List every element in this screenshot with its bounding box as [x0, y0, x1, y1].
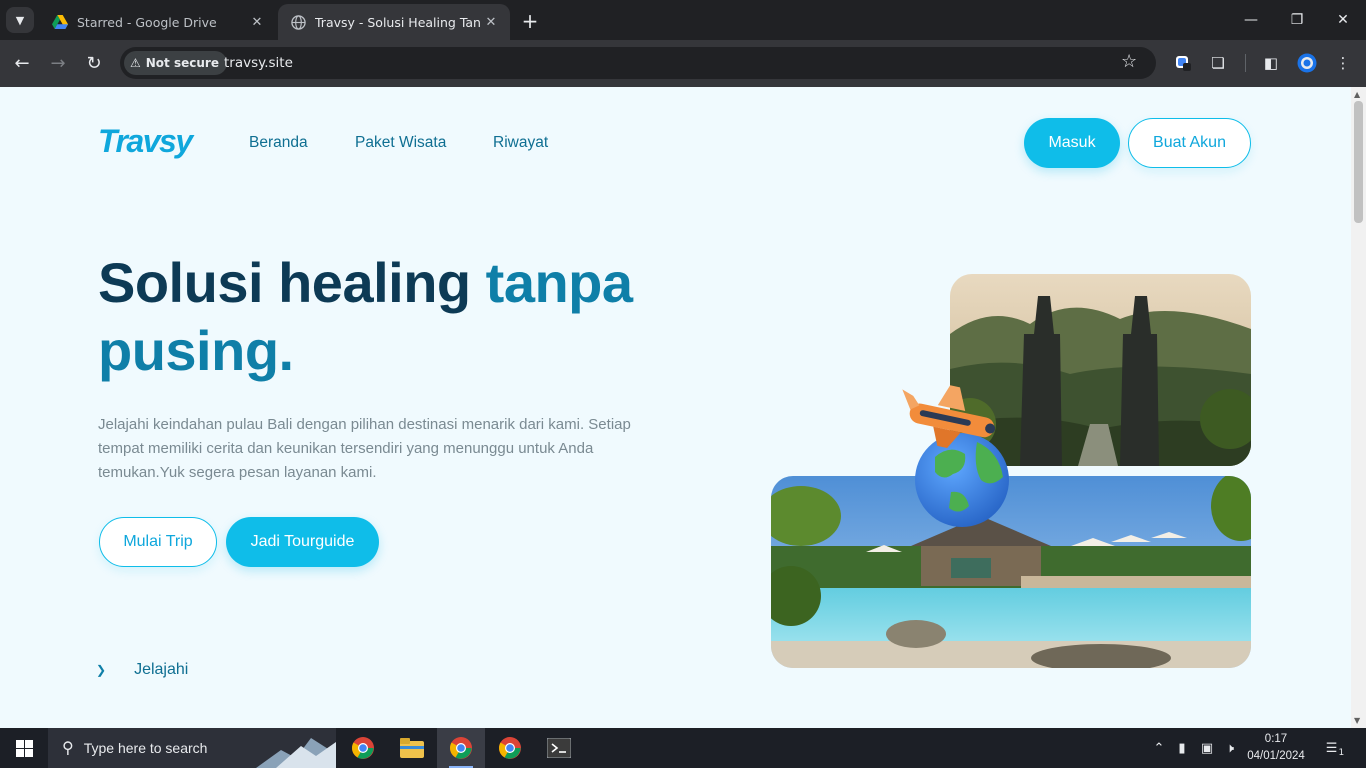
- scroll-down-icon[interactable]: ▼: [1354, 716, 1360, 725]
- arrow-right-icon: →: [50, 52, 66, 74]
- forward-button[interactable]: →: [44, 49, 72, 77]
- nav-beranda[interactable]: Beranda: [249, 134, 308, 152]
- reload-button[interactable]: ↻: [80, 49, 108, 77]
- arrow-left-icon: ←: [14, 52, 30, 74]
- puzzle-extensions-icon[interactable]: ❏: [1207, 52, 1229, 74]
- restore-button[interactable]: ❐: [1274, 0, 1320, 40]
- notification-count: 1: [1338, 748, 1345, 758]
- toolbar-divider: [1245, 54, 1246, 72]
- signup-button[interactable]: Buat Akun: [1128, 118, 1251, 168]
- security-indicator[interactable]: ⚠ Not secure: [124, 51, 227, 75]
- search-highlight-image: [256, 738, 336, 768]
- logo-text: Travsy: [98, 123, 193, 159]
- search-placeholder: Type here to search: [83, 740, 208, 756]
- minimize-button[interactable]: —: [1228, 0, 1274, 40]
- notification-icon: ☰: [1325, 740, 1338, 756]
- globe-icon: [290, 14, 306, 30]
- reload-icon: ↻: [86, 52, 102, 74]
- terminal-icon: [547, 738, 571, 758]
- close-window-button[interactable]: ✕: [1320, 0, 1366, 40]
- page-scrollbar[interactable]: ▲ ▼: [1351, 87, 1366, 728]
- security-label: Not secure: [145, 56, 219, 70]
- hero-description: Jelajahi keindahan pulau Bali dengan pil…: [98, 416, 631, 481]
- taskbar-file-explorer[interactable]: [388, 728, 436, 768]
- windows-logo-icon: [15, 739, 33, 757]
- close-tab-icon[interactable]: ✕: [482, 13, 500, 31]
- side-panel-icon[interactable]: ◧: [1260, 52, 1282, 74]
- scroll-up-icon[interactable]: ▲: [1354, 90, 1360, 99]
- chrome-icon: [499, 737, 521, 759]
- chrome-icon: [352, 737, 374, 759]
- clock-time: 0:17: [1264, 733, 1288, 745]
- warning-triangle-icon: ⚠: [130, 56, 141, 70]
- chevron-down-icon: ▼: [15, 13, 25, 27]
- tab-title: Travsy - Solusi Healing Tanpa Pu: [315, 14, 482, 30]
- battery-icon[interactable]: ▮: [1172, 728, 1192, 768]
- taskbar-chrome-3[interactable]: [486, 728, 534, 768]
- extension-icon[interactable]: [1172, 52, 1194, 74]
- profile-avatar[interactable]: [1296, 52, 1318, 74]
- notification-center-button[interactable]: ☰ 1: [1320, 728, 1350, 768]
- explore-link[interactable]: ❯ Jelajahi: [96, 661, 188, 679]
- url-text[interactable]: travsy.site: [224, 55, 293, 71]
- taskbar-search-box[interactable]: ⚲ Type here to search: [48, 728, 336, 768]
- taskbar-chrome-1[interactable]: [339, 728, 387, 768]
- scrollbar-thumb[interactable]: [1354, 101, 1363, 223]
- nav-paket-wisata[interactable]: Paket Wisata: [355, 134, 446, 152]
- close-tab-icon[interactable]: ✕: [248, 13, 266, 31]
- network-icon[interactable]: ▣: [1196, 728, 1218, 768]
- taskbar-terminal[interactable]: [535, 728, 583, 768]
- start-button[interactable]: [0, 728, 48, 768]
- more-menu-icon[interactable]: ⋮: [1332, 52, 1354, 74]
- taskbar-clock[interactable]: 0:17 04/01/2024: [1244, 731, 1308, 765]
- login-button[interactable]: Masuk: [1024, 118, 1120, 168]
- tab-travsy[interactable]: Travsy - Solusi Healing Tanpa Pu ✕: [278, 4, 510, 40]
- taskbar-chrome-active[interactable]: [437, 728, 485, 768]
- tab-google-drive[interactable]: Starred - Google Drive ✕: [40, 4, 276, 40]
- hero-title: Solusi healing tanpa pusing.: [98, 249, 718, 385]
- back-button[interactable]: ←: [8, 49, 36, 77]
- clock-date: 04/01/2024: [1247, 750, 1305, 762]
- browser-tab-bar: ▼ Starred - Google Drive ✕ Travsy - Solu…: [0, 0, 1366, 40]
- restore-icon: ❐: [1290, 12, 1304, 28]
- nav-riwayat[interactable]: Riwayat: [493, 134, 548, 152]
- volume-icon[interactable]: 🕨: [1220, 728, 1240, 768]
- plane-globe-illustration: [895, 382, 1020, 532]
- minimize-icon: —: [1244, 12, 1258, 28]
- chevron-up-icon: ⌃: [1153, 740, 1165, 756]
- search-icon: ⚲: [62, 740, 74, 757]
- explore-label: Jelajahi: [134, 661, 189, 678]
- show-hidden-icons-button[interactable]: ⌃: [1150, 728, 1168, 768]
- travsy-logo[interactable]: Travsy: [98, 123, 193, 160]
- page-viewport: Travsy Beranda Paket Wisata Riwayat Masu…: [0, 87, 1366, 728]
- close-icon: ✕: [1337, 12, 1349, 28]
- become-tourguide-button[interactable]: Jadi Tourguide: [226, 517, 379, 567]
- google-drive-icon: [52, 14, 68, 30]
- start-trip-button[interactable]: Mulai Trip: [99, 517, 217, 567]
- hero-title-part1: Solusi healing: [98, 251, 486, 314]
- folder-icon: [400, 738, 424, 758]
- chevron-down-icon: ❯: [96, 663, 107, 677]
- tab-title: Starred - Google Drive: [77, 14, 217, 30]
- bookmark-star-icon[interactable]: ☆: [1121, 51, 1137, 72]
- windows-taskbar: ⚲ Type here to search ⌃ ▮ ▣ 🕨 0:17 04/01…: [0, 728, 1366, 768]
- new-tab-button[interactable]: +: [518, 9, 542, 33]
- tab-search-button[interactable]: ▼: [6, 7, 34, 33]
- chrome-icon: [450, 737, 472, 759]
